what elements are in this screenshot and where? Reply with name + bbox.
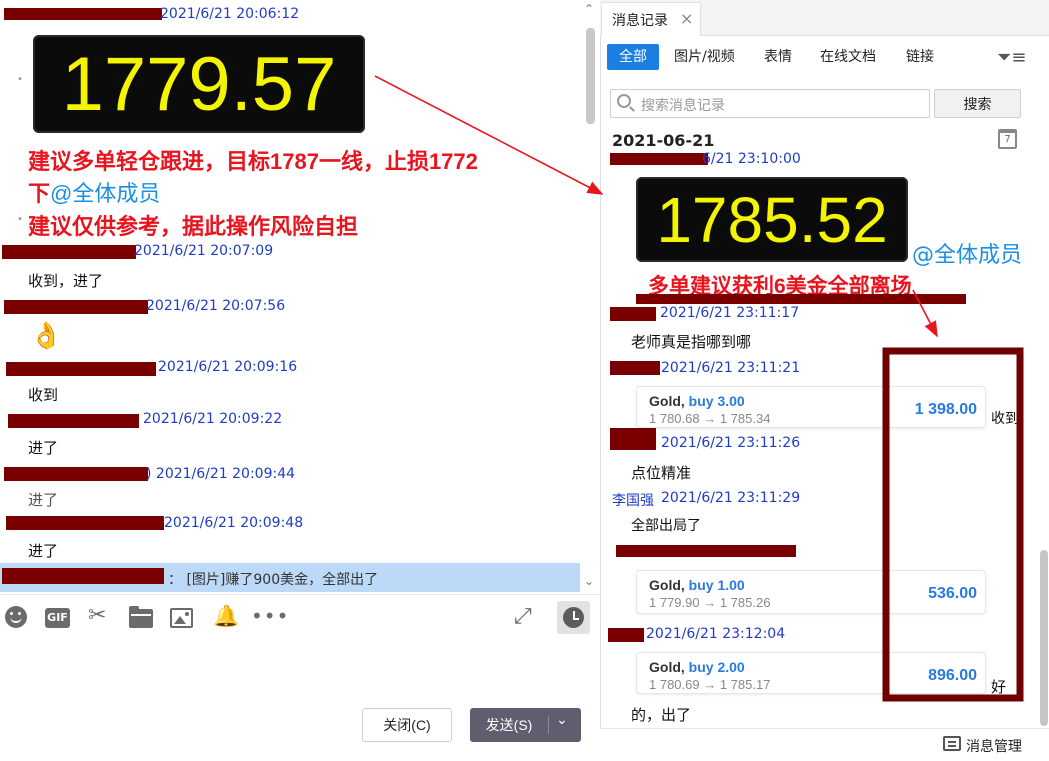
annotation-arrow (912, 289, 938, 338)
highlight-box (882, 347, 1024, 702)
annotation-arrow (374, 75, 604, 195)
annotation-layer (374, 75, 1024, 702)
